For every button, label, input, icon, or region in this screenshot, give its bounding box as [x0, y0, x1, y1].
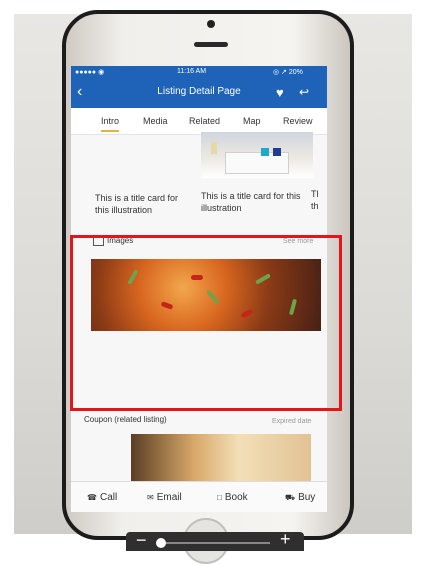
tab-review[interactable]: Review: [283, 116, 313, 126]
coupon-expired-date: Expired date: [272, 418, 312, 425]
coupon-image[interactable]: [131, 434, 311, 486]
email-label: Email: [156, 492, 182, 503]
front-camera: [207, 20, 215, 28]
tab-related[interactable]: Related: [189, 116, 220, 126]
zoom-out-button[interactable]: −: [136, 530, 147, 551]
tab-map[interactable]: Map: [243, 116, 261, 126]
tab-bar: Intro Media Related Map Review: [71, 108, 327, 135]
calendar-icon: □: [217, 493, 222, 502]
book-label: Book: [224, 492, 248, 503]
email-button[interactable]: ✉ Email: [147, 492, 182, 503]
card-image-hotel-room[interactable]: [201, 132, 313, 178]
tab-media[interactable]: Media: [143, 116, 168, 126]
heart-icon[interactable]: ♥: [276, 85, 284, 100]
zoom-in-button[interactable]: +: [280, 529, 291, 550]
coupon-section-title: Coupon (related listing): [84, 415, 167, 424]
book-button[interactable]: □ Book: [217, 492, 248, 503]
pillow-shape: [273, 148, 281, 156]
earpiece: [194, 42, 228, 47]
pillow-shape: [261, 148, 269, 156]
highlight-box: [70, 235, 342, 411]
battery-indicator: ◎ ↗ 20%: [273, 69, 303, 76]
buy-label: Buy: [298, 492, 316, 503]
zoom-slider-handle[interactable]: [156, 538, 166, 548]
cart-icon: ⛟: [285, 493, 296, 502]
tab-intro[interactable]: Intro: [101, 116, 120, 132]
call-button[interactable]: ☎ Call: [87, 492, 117, 503]
lamp-shape: [211, 142, 217, 154]
card-title[interactable]: This is a title card for this illustrati…: [201, 190, 301, 214]
status-bar: ●●●●● ◉ 11:16 AM ◎ ↗ 20%: [71, 66, 327, 78]
action-bar: ☎ Call ✉ Email □ Book ⛟ Buy: [71, 481, 327, 512]
phone-icon: ☎: [87, 493, 97, 502]
nav-bar: ‹ Listing Detail Page ♥ ↩: [71, 78, 327, 108]
signal-indicator: ●●●●● ◉: [75, 69, 105, 76]
page-title: Listing Detail Page: [157, 86, 241, 97]
zoom-control: − +: [126, 529, 304, 551]
status-time: 11:16 AM: [177, 68, 207, 75]
zoom-slider-track[interactable]: [160, 542, 270, 544]
buy-button[interactable]: ⛟ Buy: [285, 492, 315, 503]
call-label: Call: [99, 492, 118, 503]
mail-icon: ✉: [147, 493, 154, 502]
card-title[interactable]: This is a title card for this illustrati…: [95, 192, 191, 216]
card-title[interactable]: Tl th: [311, 188, 325, 212]
share-icon[interactable]: ↩: [299, 85, 309, 99]
